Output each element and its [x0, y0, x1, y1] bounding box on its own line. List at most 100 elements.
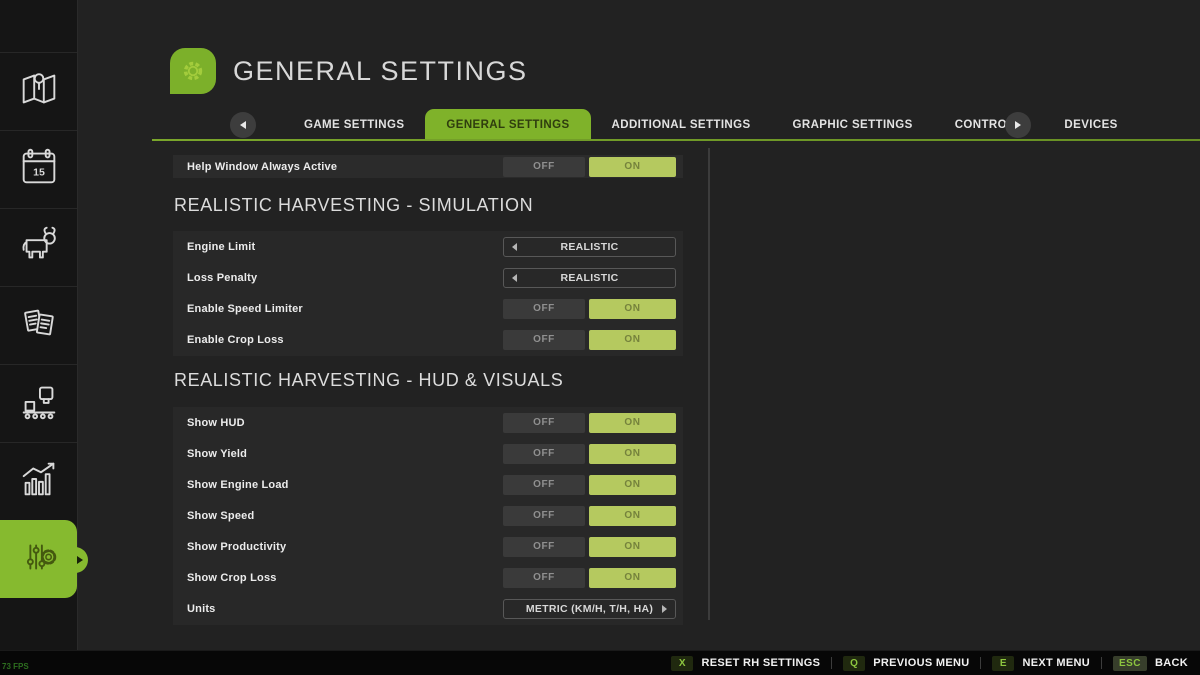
- shortcut-label: NEXT MENU: [1022, 657, 1089, 669]
- setting-label: Enable Speed Limiter: [187, 303, 503, 315]
- setting-label: Engine Limit: [187, 241, 503, 253]
- toggle-off-button[interactable]: OFF: [503, 444, 585, 464]
- setting-show-crop-loss[interactable]: Show Crop Loss OFF ON: [173, 562, 683, 593]
- toggle-on-button[interactable]: ON: [589, 299, 676, 319]
- footer-divider: [980, 657, 981, 669]
- sidebar: 15: [0, 0, 78, 650]
- setting-show-yield[interactable]: Show Yield OFF ON: [173, 438, 683, 469]
- scrollbar[interactable]: [708, 148, 710, 620]
- setting-engine-limit[interactable]: Engine Limit REALISTIC: [173, 231, 683, 262]
- toggle-on-button[interactable]: ON: [589, 413, 676, 433]
- toggle-off-button[interactable]: OFF: [503, 475, 585, 495]
- setting-show-productivity[interactable]: Show Productivity OFF ON: [173, 531, 683, 562]
- keycap-esc: ESC: [1113, 656, 1147, 671]
- setting-label: Enable Crop Loss: [187, 334, 503, 346]
- tab-general-settings[interactable]: GENERAL SETTINGS: [425, 109, 590, 140]
- arrow-right-icon: [1015, 121, 1021, 129]
- calendar-icon: 15: [16, 144, 62, 195]
- general-settings-screen: 15: [0, 0, 1200, 675]
- tab-graphic-settings[interactable]: GRAPHIC SETTINGS: [772, 109, 934, 140]
- selector-value: REALISTIC: [560, 272, 618, 284]
- toggle-on-button[interactable]: ON: [589, 330, 676, 350]
- gear-icon: [170, 48, 216, 94]
- sidebar-item-statistics[interactable]: [0, 442, 77, 520]
- sidebar-item-settings[interactable]: [0, 520, 77, 598]
- page-title: GENERAL SETTINGS: [233, 56, 528, 87]
- toggle-off-button[interactable]: OFF: [503, 330, 585, 350]
- toggle-on-button[interactable]: ON: [589, 475, 676, 495]
- sidebar-item-calendar[interactable]: 15: [0, 130, 77, 208]
- toggle-on-button[interactable]: ON: [589, 568, 676, 588]
- decrease-option-arrow-icon[interactable]: [512, 274, 517, 282]
- toggle-on-button[interactable]: ON: [589, 506, 676, 526]
- active-tab-bump: [62, 547, 88, 573]
- toggle-off-button[interactable]: OFF: [503, 157, 585, 177]
- cow-icon: [16, 222, 62, 273]
- setting-label: Show Engine Load: [187, 479, 503, 491]
- footer-divider: [1101, 657, 1102, 669]
- engine-limit-selector[interactable]: REALISTIC: [503, 237, 676, 257]
- arrow-left-icon: [240, 121, 246, 129]
- keycap-e: E: [992, 656, 1014, 671]
- setting-show-hud[interactable]: Show HUD OFF ON: [173, 407, 683, 438]
- shortcut-label: RESET RH SETTINGS: [701, 657, 820, 669]
- section-title-hud-visuals: REALISTIC HARVESTING - HUD & VISUALS: [174, 370, 563, 391]
- setting-label: Units: [187, 603, 503, 615]
- shortcut-back[interactable]: ESC BACK: [1113, 656, 1188, 671]
- shortcut-next-menu[interactable]: E NEXT MENU: [992, 656, 1089, 671]
- units-selector[interactable]: METRIC (KM/H, T/H, HA): [503, 599, 676, 619]
- stats-chart-icon: [16, 456, 62, 507]
- shortcut-reset-rh-settings[interactable]: X RESET RH SETTINGS: [671, 656, 820, 671]
- settings-sliders-icon: [16, 534, 62, 585]
- tabs-next-button[interactable]: [1005, 112, 1031, 138]
- tab-additional-settings[interactable]: ADDITIONAL SETTINGS: [591, 109, 772, 140]
- increase-option-arrow-icon[interactable]: [662, 605, 667, 613]
- tab-accent-line: [152, 139, 1200, 141]
- keycap-q: Q: [843, 656, 865, 671]
- map-icon: [16, 66, 62, 117]
- section-title-simulation: REALISTIC HARVESTING - SIMULATION: [174, 195, 533, 216]
- footer-bar: X RESET RH SETTINGS Q PREVIOUS MENU E NE…: [0, 650, 1200, 675]
- sidebar-item-map[interactable]: [0, 52, 77, 130]
- sidebar-item-production[interactable]: [0, 364, 77, 442]
- toggle-on-button[interactable]: ON: [589, 537, 676, 557]
- production-icon: [16, 378, 62, 429]
- shortcut-previous-menu[interactable]: Q PREVIOUS MENU: [843, 656, 969, 671]
- fps-counter: 73 FPS: [2, 662, 29, 671]
- toggle-on-button[interactable]: ON: [589, 444, 676, 464]
- setting-label: Show Crop Loss: [187, 572, 503, 584]
- keycap-x: X: [671, 656, 693, 671]
- sidebar-item-contracts[interactable]: [0, 286, 77, 364]
- setting-show-speed[interactable]: Show Speed OFF ON: [173, 500, 683, 531]
- setting-label: Show Yield: [187, 448, 503, 460]
- setting-show-engine-load[interactable]: Show Engine Load OFF ON: [173, 469, 683, 500]
- setting-label: Show HUD: [187, 417, 503, 429]
- tab-devices[interactable]: DEVICES: [1043, 109, 1138, 140]
- active-tab-arrow-icon: [77, 556, 83, 564]
- setting-help-window[interactable]: Help Window Always Active OFF ON: [173, 155, 683, 178]
- hud-visuals-panel: Show HUD OFF ON Show Yield OFF ON Show E…: [173, 407, 683, 625]
- toggle-off-button[interactable]: OFF: [503, 537, 585, 557]
- toggle-off-button[interactable]: OFF: [503, 568, 585, 588]
- setting-label: Help Window Always Active: [187, 161, 503, 173]
- svg-text:15: 15: [33, 167, 45, 179]
- setting-units[interactable]: Units METRIC (KM/H, T/H, HA): [173, 593, 683, 624]
- setting-speed-limiter[interactable]: Enable Speed Limiter OFF ON: [173, 293, 683, 324]
- selector-value: REALISTIC: [560, 241, 618, 253]
- tabs-previous-button[interactable]: [230, 112, 256, 138]
- shortcut-label: PREVIOUS MENU: [873, 657, 969, 669]
- toggle-off-button[interactable]: OFF: [503, 299, 585, 319]
- loss-penalty-selector[interactable]: REALISTIC: [503, 268, 676, 288]
- documents-icon: [16, 300, 62, 351]
- page-header: GENERAL SETTINGS: [170, 48, 528, 94]
- setting-label: Loss Penalty: [187, 272, 503, 284]
- toggle-off-button[interactable]: OFF: [503, 506, 585, 526]
- toggle-off-button[interactable]: OFF: [503, 413, 585, 433]
- setting-loss-penalty[interactable]: Loss Penalty REALISTIC: [173, 262, 683, 293]
- decrease-option-arrow-icon[interactable]: [512, 243, 517, 251]
- sidebar-item-animals[interactable]: [0, 208, 77, 286]
- setting-crop-loss[interactable]: Enable Crop Loss OFF ON: [173, 324, 683, 355]
- setting-label: Show Speed: [187, 510, 503, 522]
- tab-game-settings[interactable]: GAME SETTINGS: [283, 109, 425, 140]
- toggle-on-button[interactable]: ON: [589, 157, 676, 177]
